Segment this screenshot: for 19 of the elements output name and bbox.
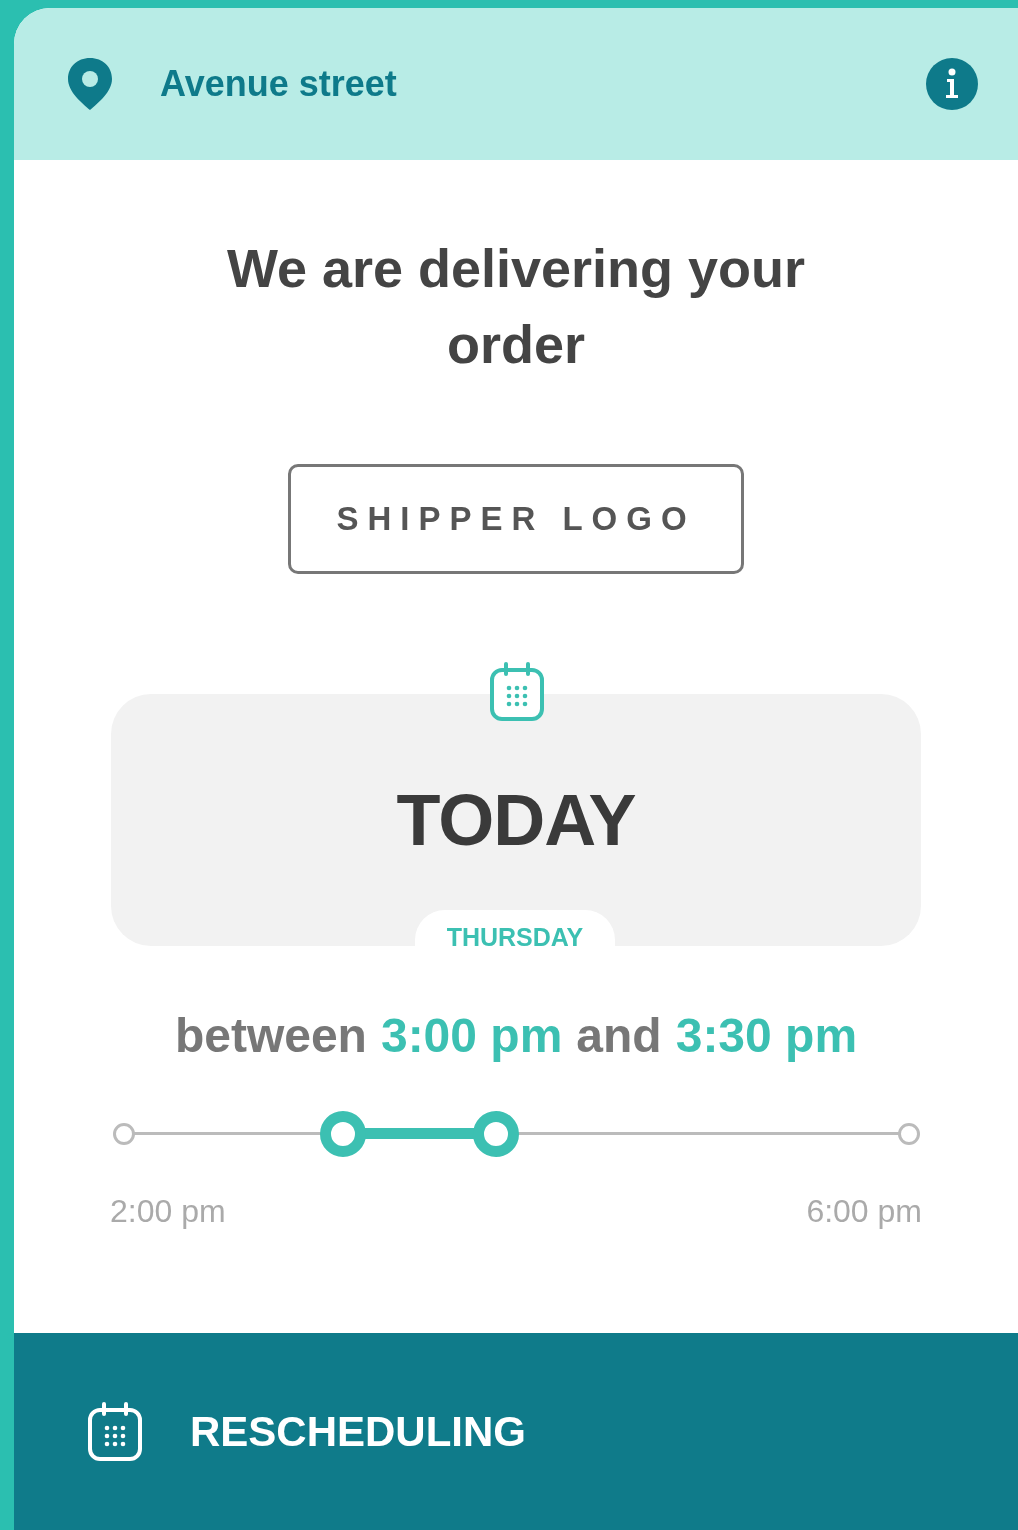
day-text: TODAY (396, 779, 636, 861)
between-text: between (174, 1008, 367, 1063)
calendar-icon (87, 1401, 143, 1462)
delivery-title: We are delivering your order (225, 237, 807, 376)
max-time-label: 6:00 pm (806, 1193, 922, 1230)
range-max-dot (897, 1123, 920, 1145)
range-min-dot (112, 1123, 135, 1145)
address-text: Avenue street (160, 63, 398, 105)
location-pin-icon (65, 56, 115, 112)
end-time: 3:30 pm (675, 1008, 858, 1063)
shipper-logo: SHIPPER LOGO (288, 464, 744, 574)
min-time-label: 2:00 pm (110, 1193, 226, 1230)
range-end-handle[interactable] (472, 1111, 519, 1157)
range-start-handle[interactable] (320, 1111, 367, 1157)
rescheduling-button[interactable]: RESCHEDULING (14, 1333, 1018, 1530)
start-time: 3:00 pm (380, 1008, 563, 1063)
info-icon[interactable] (926, 58, 978, 110)
calendar-icon (489, 662, 545, 722)
and-text: and (576, 1008, 662, 1063)
